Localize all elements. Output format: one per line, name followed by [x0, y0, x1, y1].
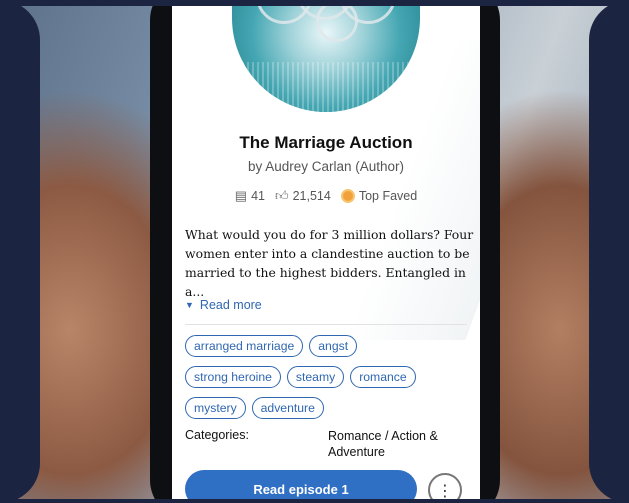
- book-cover-image: [232, 0, 420, 112]
- read-episode-button[interactable]: Read episode 1: [185, 470, 417, 503]
- medal-icon: [340, 189, 355, 203]
- more-vertical-icon: ⋮: [437, 480, 453, 500]
- badge-label: Top Faved: [358, 189, 418, 203]
- book-pages-icon: ▤: [234, 188, 248, 203]
- book-title: The Marriage Auction: [239, 133, 413, 152]
- more-options-button[interactable]: ⋮: [428, 473, 462, 503]
- read-more-link[interactable]: ▼ Read more: [185, 298, 262, 312]
- tag-list: arranged marriage angst strong heroine s…: [185, 335, 475, 428]
- tag-chip[interactable]: strong heroine: [185, 366, 281, 388]
- app-screen: The Marriage Auction by Audrey Carlan (A…: [172, 0, 480, 503]
- tag-row: strong heroine steamy romance: [185, 366, 475, 388]
- episodes-count: 41: [251, 189, 265, 203]
- book-stats: ▤ 41 👍︎ 21,514 Top Faved: [172, 188, 480, 204]
- tag-chip[interactable]: arranged marriage: [185, 335, 304, 357]
- thumbs-up-icon: 👍︎: [275, 188, 289, 203]
- chevron-down-icon: ▼: [185, 300, 194, 310]
- likes-count: 21,514: [292, 189, 331, 203]
- categories-value[interactable]: Romance / Action & Adventure: [328, 428, 468, 460]
- book-author[interactable]: by Audrey Carlan (Author): [172, 159, 480, 174]
- tag-chip[interactable]: mystery: [185, 397, 246, 419]
- categories-label: Categories:: [185, 428, 249, 442]
- divider: [185, 324, 467, 325]
- tag-row: arranged marriage angst: [185, 335, 475, 357]
- tag-row: mystery adventure: [185, 397, 475, 419]
- episodes-stat: ▤ 41: [235, 188, 265, 204]
- top-faved-badge: Top Faved: [340, 188, 418, 204]
- tag-chip[interactable]: steamy: [286, 366, 345, 388]
- read-more-label: Read more: [199, 298, 262, 312]
- tag-chip[interactable]: romance: [350, 366, 416, 388]
- likes-stat: 👍︎ 21,514: [275, 188, 331, 204]
- tag-chip[interactable]: adventure: [251, 397, 324, 419]
- tag-chip[interactable]: angst: [309, 335, 358, 357]
- book-description: What would you do for 3 million dollars?…: [185, 227, 474, 299]
